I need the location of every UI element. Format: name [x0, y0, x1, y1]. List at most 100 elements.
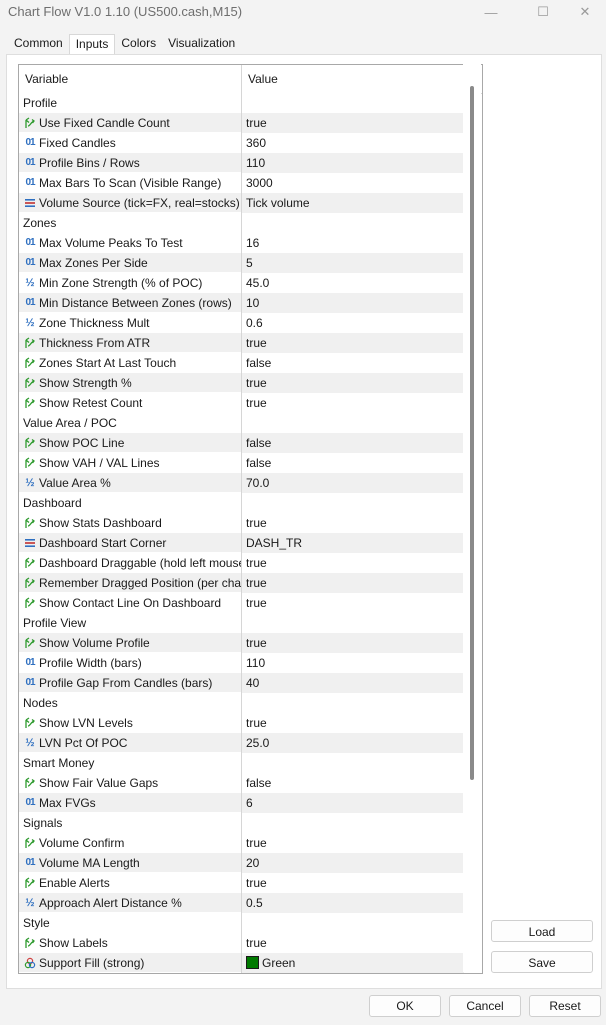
group-row[interactable]: Profile View [19, 613, 464, 633]
enum-icon [23, 196, 37, 210]
param-row[interactable]: 01 Max Bars To Scan (Visible Range) 3000 [19, 173, 464, 193]
group-row[interactable]: Dashboard [19, 493, 464, 513]
maximize-button[interactable]: ☐ [520, 0, 566, 24]
param-value[interactable]: true [246, 556, 267, 570]
group-row[interactable]: Smart Money [19, 753, 464, 773]
group-row[interactable]: Zones [19, 213, 464, 233]
group-row[interactable]: Value Area / POC [19, 413, 464, 433]
param-row[interactable]: Thickness From ATR true [19, 333, 464, 353]
param-value[interactable]: true [246, 836, 267, 850]
param-value[interactable]: true [246, 396, 267, 410]
param-row[interactable]: 01 Fixed Candles 360 [19, 133, 464, 153]
window-title: Chart Flow V1.0 1.10 (US500.cash,M15) [8, 4, 243, 19]
tab-common[interactable]: Common [8, 34, 69, 54]
param-row[interactable]: Show Contact Line On Dashboard true [19, 593, 464, 613]
param-row[interactable]: Show Strength % true [19, 373, 464, 393]
param-row[interactable]: Remember Dragged Position (per chart) tru… [19, 573, 464, 593]
param-value[interactable]: true [246, 936, 267, 950]
param-row[interactable]: 01 Min Distance Between Zones (rows) 10 [19, 293, 464, 313]
param-row[interactable]: Enable Alerts true [19, 873, 464, 893]
ok-button[interactable]: OK [369, 995, 441, 1017]
param-value[interactable]: true [246, 516, 267, 530]
param-row[interactable]: Show POC Line false [19, 433, 464, 453]
param-value[interactable]: 6 [246, 796, 253, 810]
param-row[interactable]: 01 Max FVGs 6 [19, 793, 464, 813]
param-row[interactable]: 01 Profile Gap From Candles (bars) 40 [19, 673, 464, 693]
param-row[interactable]: Show Retest Count true [19, 393, 464, 413]
param-row[interactable]: Show LVN Levels true [19, 713, 464, 733]
param-value[interactable]: 0.6 [246, 316, 263, 330]
param-row[interactable]: Volume Source (tick=FX, real=stocks) Tick… [19, 193, 464, 213]
param-value[interactable]: true [246, 876, 267, 890]
param-value[interactable]: 360 [246, 136, 266, 150]
group-row[interactable]: Signals [19, 813, 464, 833]
param-row[interactable]: ½ Zone Thickness Mult 0.6 [19, 313, 464, 333]
param-value[interactable]: true [246, 116, 267, 130]
param-row[interactable]: Use Fixed Candle Count true [19, 113, 464, 133]
param-row[interactable]: ½ Value Area % 70.0 [19, 473, 464, 493]
tab-visualization[interactable]: Visualization [162, 34, 241, 54]
param-value[interactable]: Tick volume [246, 196, 310, 210]
group-row[interactable]: Nodes [19, 693, 464, 713]
param-row[interactable]: 01 Volume MA Length 20 [19, 853, 464, 873]
param-value[interactable]: DASH_TR [246, 536, 302, 550]
param-value[interactable]: 5 [246, 256, 253, 270]
param-label: Profile Bins / Rows [39, 156, 140, 170]
cancel-button[interactable]: Cancel [449, 995, 521, 1017]
param-row[interactable]: Show Fair Value Gaps false [19, 773, 464, 793]
param-row[interactable]: Support Fill (strong) Green [19, 953, 464, 973]
param-row[interactable]: ½ Min Zone Strength (% of POC) 45.0 [19, 273, 464, 293]
group-row[interactable]: Profile [19, 93, 464, 113]
param-row[interactable]: 01 Profile Bins / Rows 110 [19, 153, 464, 173]
column-header-variable[interactable]: Variable [19, 65, 242, 93]
param-value[interactable]: 110 [246, 156, 265, 170]
param-value[interactable]: 3000 [246, 176, 273, 190]
param-value[interactable]: 110 [246, 656, 265, 670]
param-value[interactable]: 20 [246, 856, 259, 870]
param-value[interactable]: false [246, 456, 271, 470]
param-value[interactable]: false [246, 776, 271, 790]
save-button[interactable]: Save [491, 951, 593, 973]
color-swatch[interactable] [246, 956, 259, 969]
param-value[interactable]: true [246, 576, 267, 590]
param-value[interactable]: true [246, 636, 267, 650]
param-row[interactable]: ½ Approach Alert Distance % 0.5 [19, 893, 464, 913]
param-row[interactable]: Volume Confirm true [19, 833, 464, 853]
param-value[interactable]: Green [262, 956, 295, 970]
param-row[interactable]: Dashboard Draggable (hold left mouse) tru… [19, 553, 464, 573]
param-row[interactable]: 01 Profile Width (bars) 110 [19, 653, 464, 673]
param-row[interactable]: 01 Max Volume Peaks To Test 16 [19, 233, 464, 253]
group-label: Dashboard [23, 496, 82, 510]
param-value[interactable]: 25.0 [246, 736, 269, 750]
param-value[interactable]: 10 [246, 296, 259, 310]
param-row[interactable]: Zones Start At Last Touch false [19, 353, 464, 373]
minimize-button[interactable]: — [468, 0, 514, 24]
param-value[interactable]: true [246, 596, 267, 610]
param-value[interactable]: false [246, 436, 271, 450]
bool-icon [23, 436, 37, 450]
param-value[interactable]: 45.0 [246, 276, 269, 290]
param-value[interactable]: 0.5 [246, 896, 263, 910]
param-row[interactable]: Dashboard Start Corner DASH_TR [19, 533, 464, 553]
param-value[interactable]: true [246, 716, 267, 730]
group-row[interactable]: Style [19, 913, 464, 933]
param-row[interactable]: Show Labels true [19, 933, 464, 953]
scrollbar-thumb[interactable] [470, 86, 474, 780]
load-button[interactable]: Load [491, 920, 593, 942]
param-value[interactable]: 40 [246, 676, 259, 690]
param-value[interactable]: 70.0 [246, 476, 269, 490]
close-button[interactable]: ✕ [562, 0, 606, 24]
param-row[interactable]: ½ LVN Pct Of POC 25.0 [19, 733, 464, 753]
param-value[interactable]: true [246, 336, 267, 350]
tab-inputs[interactable]: Inputs [68, 34, 116, 54]
param-value[interactable]: true [246, 376, 267, 390]
tab-colors[interactable]: Colors [115, 34, 162, 54]
param-value[interactable]: 16 [246, 236, 259, 250]
param-row[interactable]: Show Stats Dashboard true [19, 513, 464, 533]
param-row[interactable]: 01 Max Zones Per Side 5 [19, 253, 464, 273]
param-value[interactable]: false [246, 356, 271, 370]
param-row[interactable]: Show VAH / VAL Lines false [19, 453, 464, 473]
param-row[interactable]: Show Volume Profile true [19, 633, 464, 653]
reset-button[interactable]: Reset [529, 995, 601, 1017]
column-header-value[interactable]: Value [242, 65, 463, 93]
